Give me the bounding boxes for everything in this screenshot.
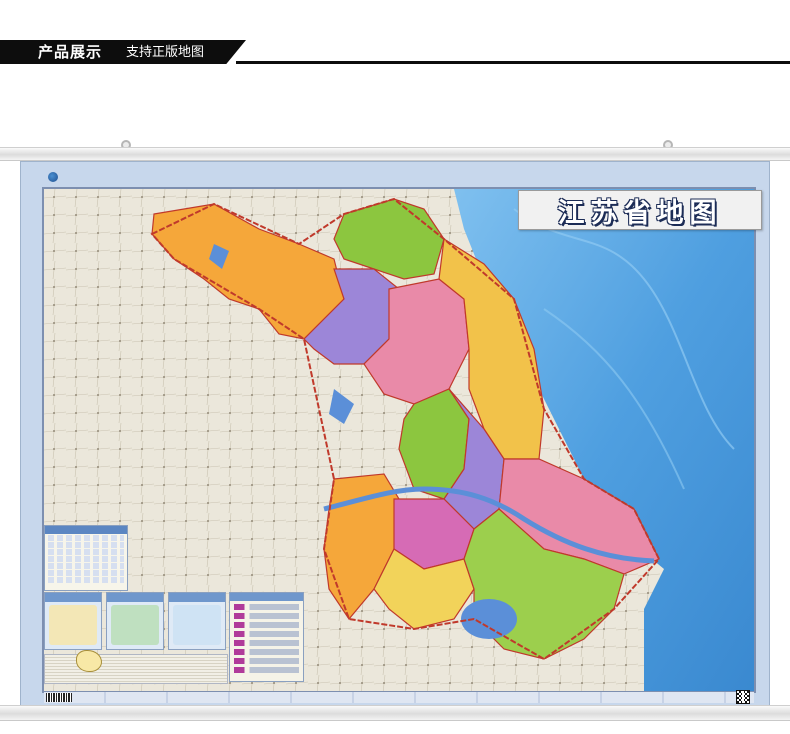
map-footer-info-strip	[44, 692, 754, 703]
banner-black-tab	[0, 40, 246, 64]
banner-title: 产品展示	[38, 43, 103, 61]
top-hanging-rod	[0, 147, 790, 161]
publisher-note-red	[664, 173, 764, 182]
china-locator-inset	[76, 650, 102, 672]
thematic-inset-3	[168, 592, 226, 650]
globe-logo-icon	[48, 172, 58, 182]
map-legend	[229, 592, 304, 682]
publisher-logo	[48, 171, 248, 183]
bottom-hanging-rod	[0, 705, 790, 721]
thematic-inset-2	[106, 592, 164, 650]
thematic-inset-1	[44, 592, 102, 650]
statistics-table-inset	[44, 525, 128, 591]
map-description-text-block	[44, 654, 228, 684]
map-title-panel: 江苏省地图	[518, 190, 762, 230]
banner-underline	[236, 61, 790, 64]
barcode-icon	[46, 693, 72, 702]
map-title: 江苏省地图	[557, 197, 723, 229]
section-header-banner: 产品展示 支持正版地图	[0, 40, 790, 64]
qr-code-icon	[736, 690, 750, 704]
banner-subtitle: 支持正版地图	[126, 45, 205, 60]
